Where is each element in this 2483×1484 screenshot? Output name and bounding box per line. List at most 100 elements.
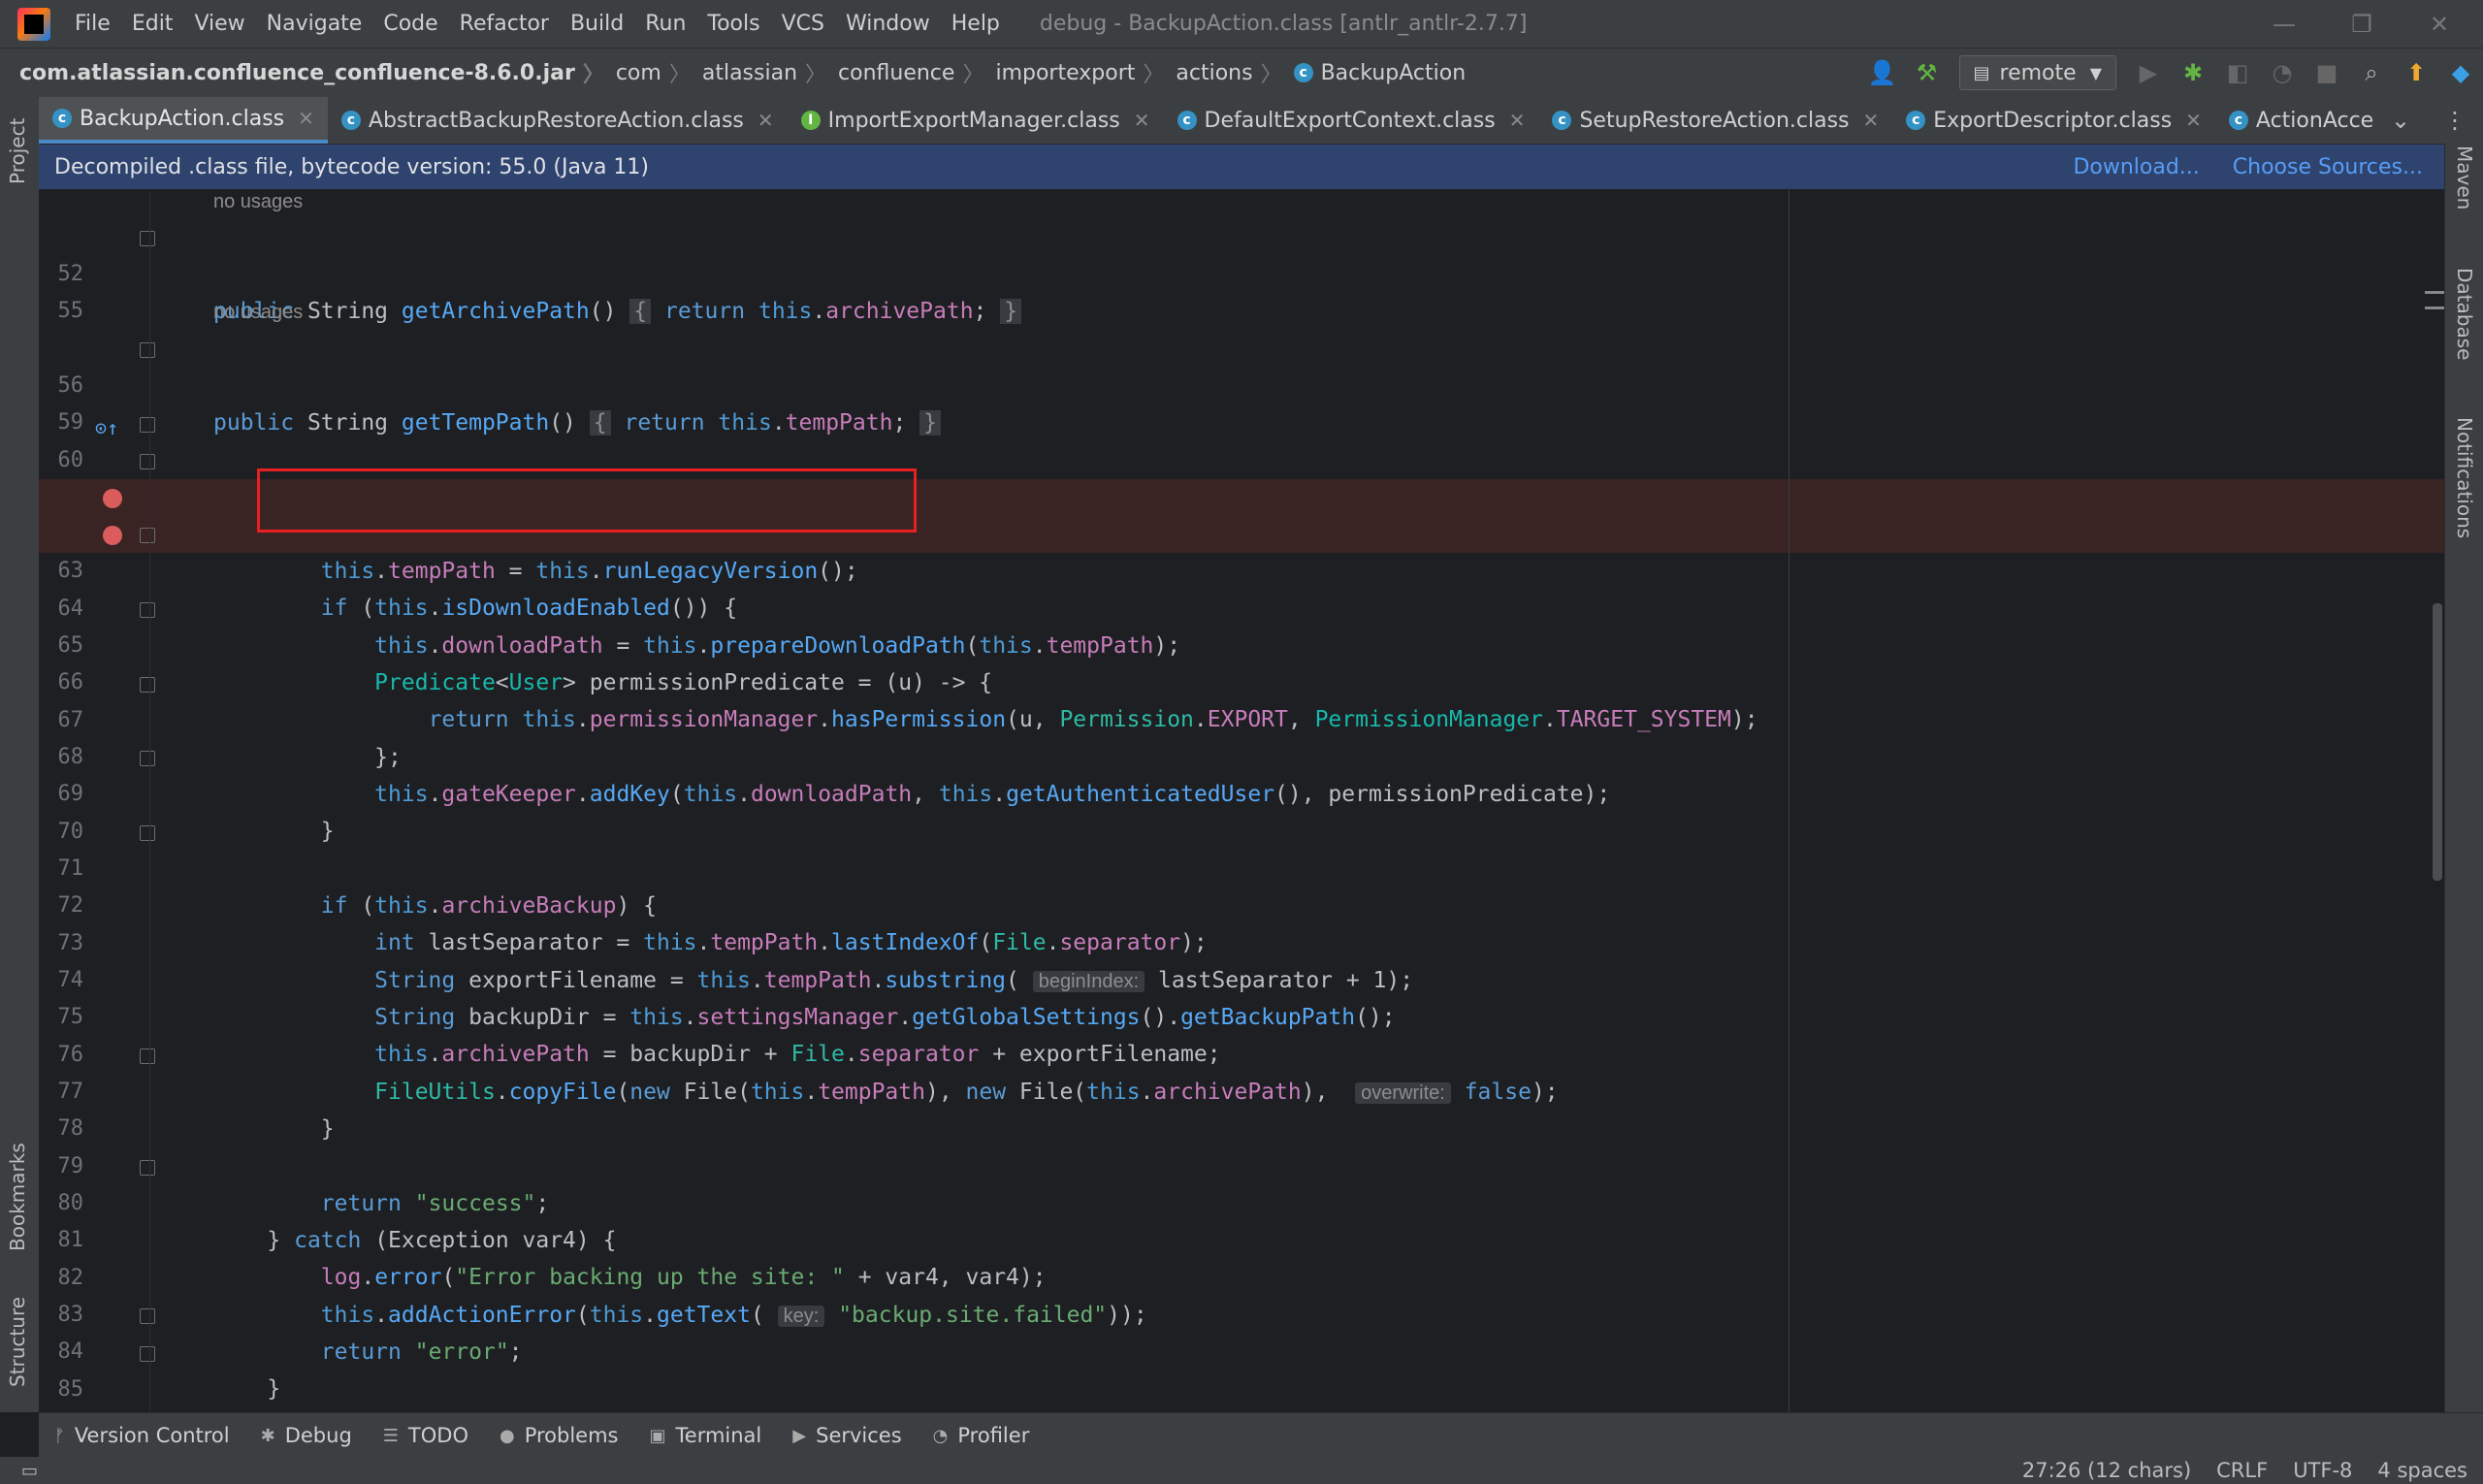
close-tab-icon[interactable]: ✕ [2185, 109, 2202, 132]
structure-tool-button[interactable]: Structure [6, 1297, 29, 1387]
indent-setting[interactable]: 4 spaces [2377, 1459, 2467, 1482]
menu-tools[interactable]: Tools [696, 12, 770, 36]
choose-sources-link[interactable]: Choose Sources... [2233, 155, 2423, 179]
stop-icon[interactable]: ■ [2305, 53, 2349, 92]
fold-icon[interactable] [140, 602, 155, 618]
tab-importexportmanager[interactable]: I ImportExportManager.class ✕ [788, 97, 1164, 144]
tab-abstractbackuprestoreaction[interactable]: c AbstractBackupRestoreAction.class ✕ [328, 97, 788, 144]
override-icon[interactable]: ⊙↑ [95, 409, 118, 446]
tab-setuprestoreaction[interactable]: c SetupRestoreAction.class ✕ [1538, 97, 1892, 144]
show-hidden-tabs-chevron-icon[interactable]: ⌄ [2391, 107, 2410, 134]
menu-help[interactable]: Help [941, 12, 1011, 36]
tool-label: Profiler [957, 1424, 1030, 1447]
fold-icon[interactable] [140, 528, 155, 543]
status-bar: ▭ 27:26 (12 chars) CRLF UTF-8 4 spaces [0, 1457, 2483, 1484]
tab-backupaction[interactable]: c BackupAction.class ✕ [39, 97, 328, 144]
fold-icon[interactable] [140, 454, 155, 469]
breadcrumb-label: com.atlassian.confluence_confluence-8.6.… [19, 60, 575, 85]
run-icon[interactable]: ▶ [2126, 53, 2171, 92]
profile-icon[interactable]: ◔ [2260, 53, 2305, 92]
breadcrumb-class[interactable]: c BackupAction [1282, 61, 1466, 85]
build-hammer-icon[interactable]: ⚒ [1905, 53, 1950, 92]
coverage-icon[interactable]: ◧ [2215, 53, 2260, 92]
problems-tool-button[interactable]: ● Problems [484, 1424, 634, 1447]
project-tool-button[interactable]: Project [6, 118, 29, 184]
play-icon: ▶ [792, 1425, 807, 1446]
fold-icon[interactable] [140, 825, 155, 841]
fold-icon[interactable] [140, 1346, 155, 1362]
code-line: 72 int lastSeparator = this.tempPath.las… [39, 851, 2444, 955]
minimize-icon[interactable]: — [2250, 0, 2318, 48]
fold-icon[interactable] [140, 1048, 155, 1064]
menu-file[interactable]: File [64, 12, 121, 36]
fold-icon[interactable] [140, 1308, 155, 1324]
breadcrumb-actions[interactable]: actions 〉 [1164, 57, 1281, 88]
close-tab-icon[interactable]: ✕ [758, 109, 774, 132]
breadcrumb-atlassian[interactable]: atlassian 〉 [691, 57, 826, 88]
jetbrains-icon[interactable]: ◆ [2438, 53, 2483, 92]
download-link[interactable]: Download... [2073, 155, 2199, 179]
menu-code[interactable]: Code [372, 12, 448, 36]
fold-icon[interactable] [140, 677, 155, 693]
close-tab-icon[interactable]: ✕ [1509, 109, 1526, 132]
breadcrumb-com[interactable]: com 〉 [604, 57, 691, 88]
terminal-tool-button[interactable]: ▣ Terminal [634, 1424, 778, 1447]
tab-label: DefaultExportContext.class [1204, 108, 1496, 133]
close-tab-icon[interactable]: ✕ [1134, 109, 1150, 132]
caret-position[interactable]: 27:26 (12 chars) [2022, 1459, 2191, 1482]
reader-mode-icon[interactable] [2425, 291, 2444, 294]
run-config-icon: ▤ [1973, 62, 1990, 83]
profiler-tool-button[interactable]: ◔ Profiler [918, 1424, 1046, 1447]
bookmarks-tool-button[interactable]: Bookmarks [6, 1143, 29, 1251]
fold-icon[interactable] [140, 1160, 155, 1176]
user-icon[interactable]: 👤 [1860, 53, 1905, 92]
tab-defaultexportcontext[interactable]: c DefaultExportContext.class ✕ [1164, 97, 1539, 144]
fold-icon[interactable] [140, 417, 155, 433]
more-options-icon[interactable]: ⋮ [2443, 107, 2467, 134]
menu-refactor[interactable]: Refactor [449, 12, 560, 36]
banner-text: Decompiled .class file, bytecode version… [54, 154, 650, 179]
tab-exportdescriptor[interactable]: c ExportDescriptor.class ✕ [1892, 97, 2215, 144]
search-icon[interactable]: ⌕ [2349, 53, 2394, 92]
code-line: 67 }; [39, 665, 2444, 770]
code-line: 74 String backupDir = this.settingsManag… [39, 925, 2444, 1030]
breakpoint-icon[interactable] [103, 489, 122, 508]
close-tab-icon[interactable]: ✕ [298, 107, 314, 130]
code-line: 76 FileUtils.copyFile(new File(this.temp… [39, 1000, 2444, 1105]
menu-vcs[interactable]: VCS [771, 12, 835, 36]
code-line: 70 [39, 777, 2444, 844]
code-line: 59 [39, 368, 2444, 435]
services-tool-button[interactable]: ▶ Services [777, 1424, 917, 1447]
restore-icon[interactable]: ❐ [2328, 0, 2396, 48]
editor-scrollbar[interactable] [2433, 603, 2442, 881]
run-config-selector[interactable]: ▤ remote ▼ [1958, 55, 2116, 90]
window-title: debug - BackupAction.class [antlr_antlr-… [1039, 12, 1528, 36]
line-separator[interactable]: CRLF [2216, 1459, 2268, 1482]
fold-icon[interactable] [140, 231, 155, 246]
database-tool-button[interactable]: Database [2453, 268, 2476, 360]
close-tab-icon[interactable]: ✕ [1863, 109, 1880, 132]
debug-tool-button[interactable]: ✱ Debug [245, 1424, 368, 1447]
menu-run[interactable]: Run [634, 12, 696, 36]
notifications-tool-button[interactable]: Notifications [2453, 417, 2476, 538]
toggle-tool-windows-icon[interactable]: ▭ [21, 1461, 38, 1481]
code-editor[interactable]: no usages 52 public String getArchivePat… [39, 190, 2444, 1412]
debug-bug-icon[interactable]: ✱ [2171, 53, 2215, 92]
version-control-tool-button[interactable]: ᚠ Version Control [39, 1424, 245, 1447]
file-encoding[interactable]: UTF-8 [2293, 1459, 2352, 1482]
update-icon[interactable]: ⬆ [2394, 53, 2438, 92]
menu-edit[interactable]: Edit [121, 12, 184, 36]
menu-build[interactable]: Build [560, 12, 634, 36]
todo-tool-button[interactable]: ☰ TODO [368, 1424, 484, 1447]
fold-icon[interactable] [140, 342, 155, 358]
menu-navigate[interactable]: Navigate [256, 12, 373, 36]
breadcrumb-confluence[interactable]: confluence 〉 [826, 57, 984, 88]
fold-icon[interactable] [140, 751, 155, 766]
close-icon[interactable]: ✕ [2405, 0, 2473, 48]
menu-window[interactable]: Window [835, 12, 941, 36]
breadcrumb-importexport[interactable]: importexport 〉 [984, 57, 1164, 88]
maven-tool-button[interactable]: Maven [2453, 145, 2476, 210]
breadcrumb-jar[interactable]: com.atlassian.confluence_confluence-8.6.… [0, 57, 604, 88]
menu-view[interactable]: View [183, 12, 255, 36]
breakpoint-icon[interactable] [103, 526, 122, 545]
